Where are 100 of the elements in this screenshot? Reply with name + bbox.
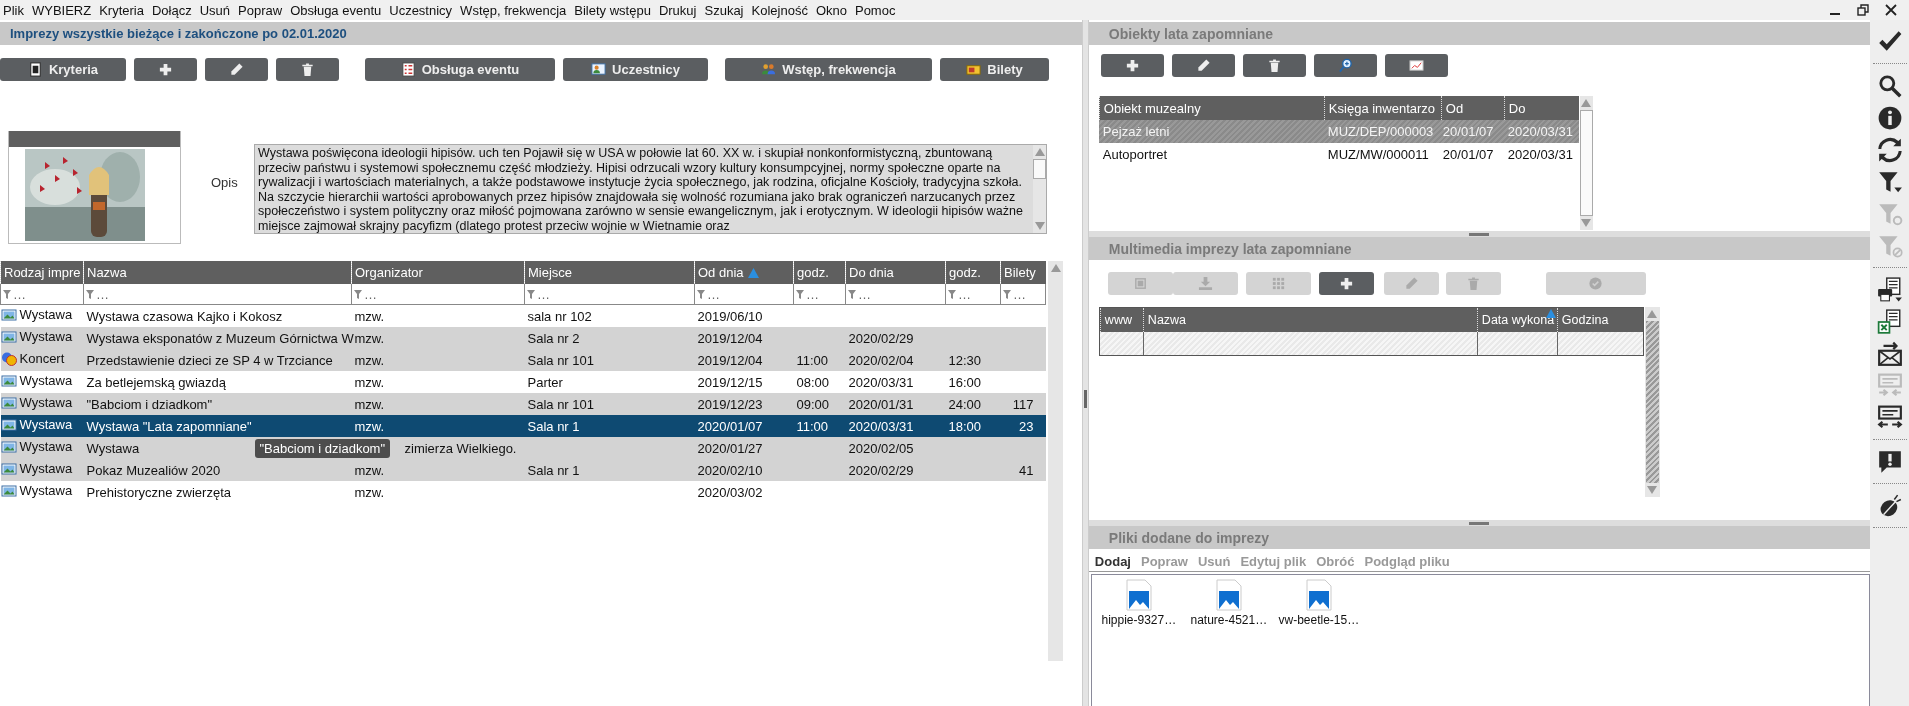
table-row[interactable]: Wystawa Wystawa "Lata zapomniane" mzw. Sala nr 1 2020/01/07 11:00 2020/03/31 18:00 23 — [0, 415, 1046, 437]
menu-item[interactable]: Bilety wstępu — [574, 2, 651, 18]
menu-item[interactable]: Uczestnicy — [389, 2, 453, 18]
table-cell: 2020/01/07 — [697, 418, 763, 434]
plus-button[interactable] — [1318, 272, 1374, 295]
chart-button[interactable] — [1384, 54, 1448, 77]
column-header[interactable]: Od dnia — [694, 261, 794, 284]
toolbar-button[interactable]: Wstęp, frekwencja — [725, 58, 932, 81]
menu-item[interactable]: Kolejność — [751, 2, 808, 18]
check-circle-icon — [1588, 276, 1604, 291]
image-file-icon[interactable] — [1304, 579, 1333, 611]
menu-item[interactable]: Dołącz — [152, 2, 192, 18]
close-icon[interactable] — [1885, 4, 1897, 16]
table-cell: mzw. — [354, 462, 385, 478]
table-row[interactable]: Wystawa Pokaz Muzealiów 2020 mzw. Sala nr 1 2020/02/10 2020/02/29 41 — [0, 459, 1046, 481]
menu-item[interactable]: Kryteria — [99, 2, 144, 18]
table-row[interactable]: Pejzaż letni MUZ/DEP/000003 20/01/07 2020/03/31 — [1098, 120, 1579, 143]
column-header[interactable]: Do dnia — [845, 261, 946, 284]
filter-field[interactable]: … — [86, 286, 109, 302]
menu-item[interactable]: Okno — [815, 2, 847, 18]
file-name[interactable]: vw-beetle-15… — [1278, 613, 1360, 627]
menu-item[interactable]: WYBIERZ — [31, 2, 92, 18]
pencil-button[interactable] — [205, 58, 268, 81]
scrollbar[interactable] — [1579, 96, 1593, 230]
table-row[interactable]: Wystawa "Babciom i dziadkom" mzw. Sala nr 101 2019/12/23 09:00 2020/01/31 24:00 117 — [0, 393, 1046, 415]
scrollbar[interactable] — [1033, 145, 1046, 233]
pencil-icon — [229, 62, 244, 77]
menu-item[interactable]: Drukuj — [658, 2, 697, 18]
filter-field[interactable]: … — [848, 286, 871, 302]
filter-field[interactable]: … — [354, 286, 377, 302]
menu-item[interactable]: Szukaj — [704, 2, 744, 18]
table-row[interactable]: Wystawa Prehistoryczne zwierzęta mzw. 2020/03/02 — [0, 481, 1046, 503]
grid-icon — [1270, 276, 1286, 291]
pencil-button[interactable] — [1171, 54, 1235, 77]
toolbar-button[interactable]: Bilety — [940, 58, 1049, 81]
menu-item[interactable]: Usuń — [199, 2, 231, 18]
table-row[interactable]: Wystawa Za betlejemską gwiazdą mzw. Parter 2019/12/15 08:00 2020/03/31 16:00 — [0, 371, 1046, 393]
column-header[interactable]: godz. — [945, 261, 1001, 284]
column-header[interactable]: Rodzaj impre — [0, 261, 84, 284]
action-link[interactable]: Dodaj — [1094, 554, 1131, 569]
search-icon[interactable] — [1876, 73, 1903, 99]
document-icon — [27, 62, 43, 77]
description-field[interactable]: Wystawa poświęcona ideologii hipisów. uch ten Pojawił się w USA w połowie lat 60. XX w. i skupiał nonkonformistyczną, zbuntowaną przeciw państwu i systemowi społecznemu część młodzieży. Hipisi odrzucali wzory kultury konsumpcyjnej, normy społeczne oparte na rywalizacji i wartościach materialnych, a także podstawowe instytucje życia społecznego, jak rodzina, oficjalne Kościoły, tradycyjna szkoła. Na szczycie hierarchii wartości aprobowanych przez hipisów znajdowała się wolność rozumiana jako brak ograniczeń narzucanych przez społeczeństwo i system polityczny oraz miłość pojmowana zarówno w sensie ewangelicznym, jak i erotycznym. W ideologii hipisów ważne miejsce zajmował skrajny pacyfizm (dlatego protest przeciw wojnie w Wietnamie oraz — [254, 144, 1047, 234]
file-name[interactable]: hippie-9327… — [1101, 613, 1177, 627]
plus-icon — [1338, 276, 1354, 291]
square-icon — [1132, 276, 1148, 291]
column-header[interactable]: godz. — [793, 261, 846, 284]
menu-item[interactable]: Plik — [3, 2, 24, 18]
scrollbar[interactable] — [1644, 307, 1660, 497]
field-label: Opis — [211, 175, 239, 192]
trash-button[interactable] — [1242, 54, 1306, 77]
table-row[interactable]: Autoportret MUZ/MW/000011 20/01/07 2020/03/31 — [1098, 143, 1579, 166]
refresh-icon[interactable] — [1876, 137, 1903, 163]
plus-button[interactable] — [134, 58, 197, 81]
filter-field[interactable]: … — [697, 286, 720, 302]
toolbar-button[interactable]: Kryteria — [0, 58, 126, 81]
table-cell-text: Autoportret — [1101, 147, 1169, 162]
filter-field[interactable]: … — [527, 286, 550, 302]
menu-item[interactable]: Wstęp, frekwencja — [460, 2, 567, 18]
table-row[interactable]: Wystawa Wystawa "Babciom i dziadkom" zimierza Wielkiego. 2020/01/27 2020/02/05 — [0, 437, 1046, 459]
menu-item[interactable]: Pomoc — [854, 2, 896, 18]
scrollbar[interactable] — [1048, 261, 1063, 661]
text-swap-icon[interactable] — [1876, 405, 1903, 431]
table-cell: Wystawa — [19, 307, 73, 322]
image-file-icon[interactable] — [1124, 579, 1153, 611]
table-cell: Sala nr 101 — [527, 396, 594, 412]
print-icon[interactable] — [1876, 277, 1903, 303]
column-header[interactable]: Miejsce — [524, 261, 695, 284]
column-header[interactable]: Bilety — [1000, 261, 1046, 284]
zoom-in-button[interactable] — [1313, 54, 1377, 77]
column-header[interactable]: Nazwa — [83, 261, 352, 284]
plus-button[interactable] — [1100, 54, 1164, 77]
info-icon[interactable] — [1876, 105, 1903, 131]
table-cell: mzw. — [354, 396, 385, 412]
alert-icon[interactable] — [1876, 449, 1903, 475]
plus-icon — [158, 62, 173, 77]
table-cell: 24:00 — [948, 396, 982, 412]
table-row[interactable]: Koncert Przedstawienie dzieci ze SP 4 w Trzciance mzw. Sala nr 101 2019/12/04 11:00 2020/02/04 12:30 — [0, 349, 1046, 371]
spreadsheet-icon[interactable] — [1876, 309, 1903, 335]
trash-button[interactable] — [276, 58, 339, 81]
filter-icon — [697, 289, 705, 299]
filter-icon[interactable] — [1876, 169, 1903, 195]
table-row[interactable]: Wystawa Wystawa czasowa Kajko i Kokosz mzw. sala nr 102 2019/06/10 — [0, 304, 1046, 327]
panel-title: Multimedia imprezy lata zapomniane — [1088, 237, 1871, 260]
image-file-icon[interactable] — [1214, 579, 1243, 611]
table-row[interactable]: Wystawa Wystawa eksponatów z Muzeum Górnictwa Wmzw. Sala nr 2 2019/12/04 2020/02/29 — [0, 327, 1046, 349]
theater-masks-icon — [0, 350, 17, 367]
restore-icon[interactable] — [1857, 4, 1869, 16]
table-cell: Wystawa — [19, 417, 73, 432]
toolbar-button[interactable]: Obsługa eventu — [365, 58, 555, 81]
sort-ascending-icon — [747, 268, 759, 278]
toolbar-button[interactable]: Uczestnicy — [563, 58, 708, 81]
mail-icon[interactable] — [1876, 341, 1903, 367]
column-header[interactable]: Organizator — [351, 261, 525, 284]
file-name[interactable]: nature-4521… — [1190, 613, 1268, 627]
menu-item[interactable]: Obsługa eventu — [290, 2, 382, 18]
table-cell: 18:00 — [948, 418, 982, 434]
table-cell: Wystawa — [19, 395, 73, 410]
table-cell: Wystawa eksponatów z Muzeum Górnictwa W — [86, 330, 354, 346]
menu-item[interactable]: Popraw — [238, 2, 283, 18]
